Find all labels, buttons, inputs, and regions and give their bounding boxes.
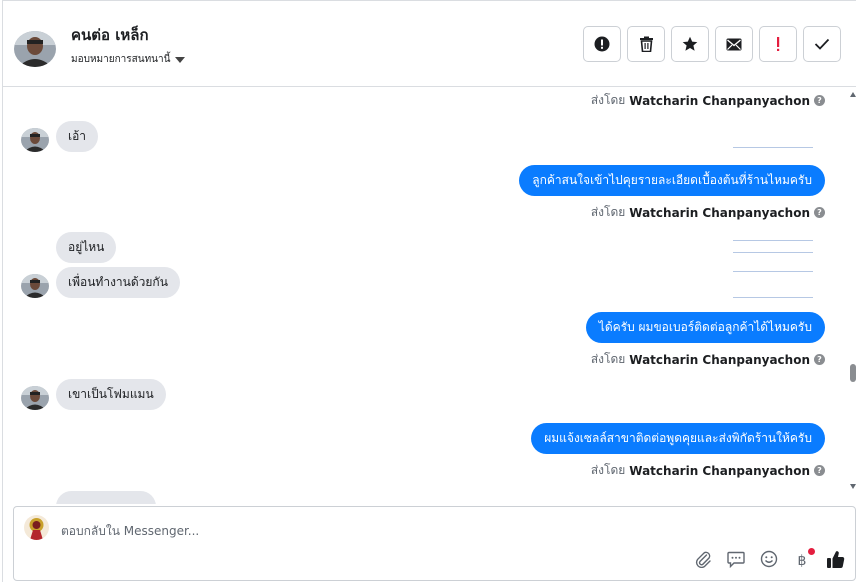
thumbs-up-icon xyxy=(826,550,845,573)
trash-icon xyxy=(639,36,654,52)
star-icon xyxy=(682,36,698,52)
checkmark-icon xyxy=(814,38,830,50)
divider xyxy=(733,147,813,148)
sent-by-label: ส่งโดย Watcharin Chanpanyachon ? xyxy=(591,203,825,222)
inbox-conversation-panel: คนต่อ เหล็ก มอบหมายการสนทนานี้ ส่งโดย Wa… xyxy=(2,0,856,582)
sent-by-prefix: ส่งโดย xyxy=(590,93,626,107)
divider xyxy=(733,240,813,241)
info-icon[interactable]: ? xyxy=(814,354,825,365)
mark-done-button[interactable] xyxy=(803,26,841,62)
incoming-message[interactable]: อยู่ไหน xyxy=(56,232,117,263)
divider xyxy=(733,252,813,253)
info-icon[interactable]: ? xyxy=(814,95,825,106)
incoming-message[interactable]: เอ้า xyxy=(56,121,99,152)
header-actions xyxy=(583,26,841,62)
thread-scrollbar[interactable] xyxy=(849,88,856,504)
outgoing-message[interactable]: ลูกค้าสนใจเข้าไปคุยรายละเอียดเบื้องต้นที… xyxy=(519,165,825,196)
envelope-icon xyxy=(726,38,742,51)
sent-by-prefix: ส่งโดย xyxy=(590,352,626,366)
payment-button[interactable]: ฿ xyxy=(792,548,815,571)
paperclip-icon xyxy=(695,551,712,572)
mark-spam-button[interactable] xyxy=(583,26,621,62)
page-avatar xyxy=(24,515,49,540)
notification-dot xyxy=(808,548,815,555)
scroll-down-arrow-icon[interactable] xyxy=(850,484,856,489)
exclamation-icon xyxy=(775,36,781,52)
assign-label: มอบหมายการสนทนานี้ xyxy=(71,54,171,65)
contact-avatar-small xyxy=(21,274,49,298)
mark-unread-button[interactable] xyxy=(715,26,753,62)
scrollbar-thumb[interactable] xyxy=(850,364,856,382)
divider xyxy=(733,271,813,272)
sent-by-prefix: ส่งโดย xyxy=(590,463,626,477)
sent-by-label: ส่งโดย Watcharin Chanpanyachon ? xyxy=(591,461,825,480)
attach-button[interactable] xyxy=(693,551,713,571)
outgoing-message[interactable]: ได้ครับ ผมขอเบอร์ติดต่อลูกค้าได้ไหมครับ xyxy=(585,312,825,343)
sender-name: Watcharin Chanpanyachon xyxy=(629,352,810,367)
follow-up-button[interactable] xyxy=(759,26,797,62)
sender-name: Watcharin Chanpanyachon xyxy=(629,93,810,108)
sent-by-prefix: ส่งโดย xyxy=(590,205,626,219)
message-thread[interactable]: ส่งโดย Watcharin Chanpanyachon ? เอ้า ลู… xyxy=(3,88,849,504)
scroll-up-arrow-icon[interactable] xyxy=(850,92,856,97)
caret-down-icon xyxy=(175,56,186,63)
info-icon[interactable]: ? xyxy=(814,465,825,476)
contact-name[interactable]: คนต่อ เหล็ก xyxy=(71,23,149,47)
sent-by-label: ส่งโดย Watcharin Chanpanyachon ? xyxy=(591,91,825,110)
smiley-icon xyxy=(760,550,778,572)
outgoing-message[interactable]: ผมแจ้งเซลล์สาขาติดต่อพูดคุยและส่งพิกัดร้… xyxy=(531,423,825,454)
emoji-button[interactable] xyxy=(759,550,779,572)
like-button[interactable] xyxy=(825,550,845,573)
contact-avatar-small xyxy=(21,386,49,410)
sender-name: Watcharin Chanpanyachon xyxy=(629,463,810,478)
alert-circle-icon xyxy=(594,36,610,52)
sender-name: Watcharin Chanpanyachon xyxy=(629,205,810,220)
contact-avatar-small xyxy=(21,128,49,152)
star-button[interactable] xyxy=(671,26,709,62)
incoming-message[interactable]: เขาเป็นโฟมแมน xyxy=(56,379,166,410)
baht-icon: ฿ xyxy=(797,553,807,569)
assign-conversation-dropdown[interactable]: มอบหมายการสนทนานี้ xyxy=(71,52,186,67)
info-icon[interactable]: ? xyxy=(814,207,825,218)
contact-avatar[interactable] xyxy=(14,31,56,67)
composer-toolbar: ฿ xyxy=(693,548,845,573)
reply-composer[interactable]: ตอบกลับใน Messenger... ฿ xyxy=(13,506,856,581)
saved-replies-button[interactable] xyxy=(726,551,746,571)
divider xyxy=(733,297,813,298)
delete-button[interactable] xyxy=(627,26,665,62)
incoming-message[interactable]: เพื่อนทำงานด้วยกัน xyxy=(56,267,180,298)
reply-input[interactable]: ตอบกลับใน Messenger... xyxy=(61,522,199,541)
sent-by-label: ส่งโดย Watcharin Chanpanyachon ? xyxy=(591,350,825,369)
conversation-header: คนต่อ เหล็ก มอบหมายการสนทนานี้ xyxy=(3,1,856,87)
incoming-message-partial[interactable] xyxy=(56,491,156,504)
chat-bubble-icon xyxy=(727,551,745,572)
